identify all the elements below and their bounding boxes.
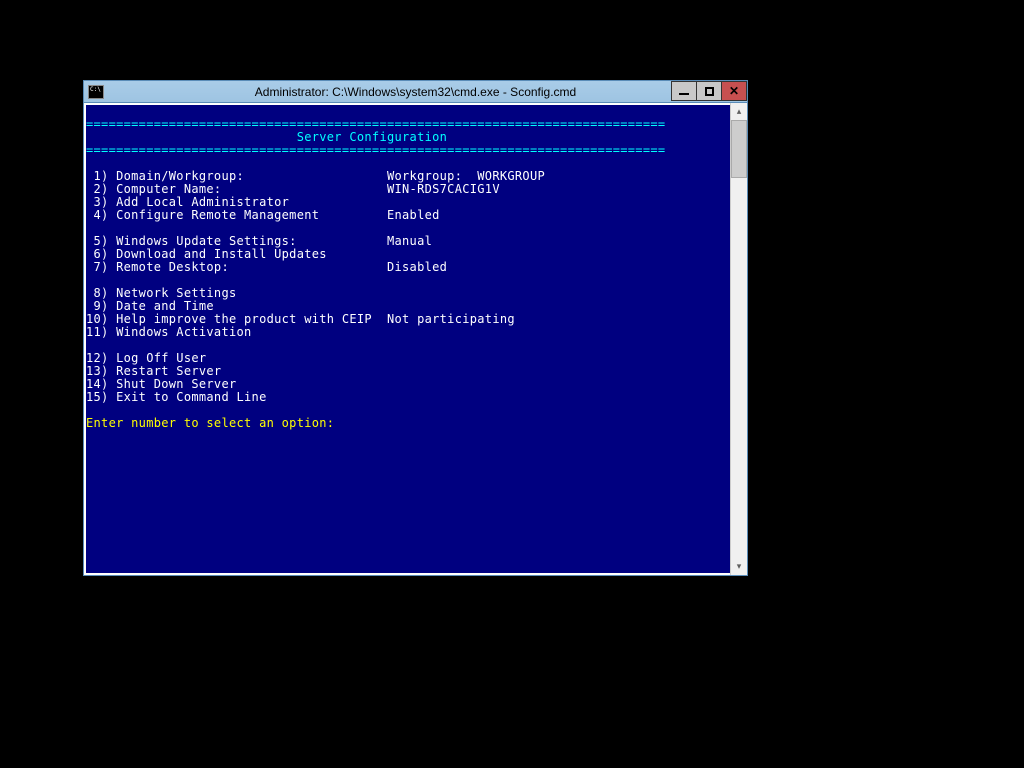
- cmd-window: Administrator: C:\Windows\system32\cmd.e…: [83, 80, 748, 576]
- scrollbar-track[interactable]: [731, 120, 747, 558]
- maximize-icon: [705, 87, 714, 96]
- close-button[interactable]: ✕: [721, 81, 747, 101]
- window-title: Administrator: C:\Windows\system32\cmd.e…: [255, 85, 576, 99]
- terminal-output[interactable]: ========================================…: [84, 103, 730, 575]
- vertical-scrollbar[interactable]: ▴ ▾: [730, 103, 747, 575]
- maximize-button[interactable]: [696, 81, 722, 101]
- cmd-icon: [88, 85, 104, 99]
- close-icon: ✕: [729, 85, 739, 97]
- scroll-down-arrow[interactable]: ▾: [731, 558, 747, 575]
- window-controls: ✕: [672, 81, 747, 101]
- minimize-icon: [679, 93, 689, 95]
- client-area: ========================================…: [84, 103, 747, 575]
- scrollbar-thumb[interactable]: [731, 120, 747, 178]
- scroll-up-arrow[interactable]: ▴: [731, 103, 747, 120]
- minimize-button[interactable]: [671, 81, 697, 101]
- titlebar[interactable]: Administrator: C:\Windows\system32\cmd.e…: [84, 81, 747, 103]
